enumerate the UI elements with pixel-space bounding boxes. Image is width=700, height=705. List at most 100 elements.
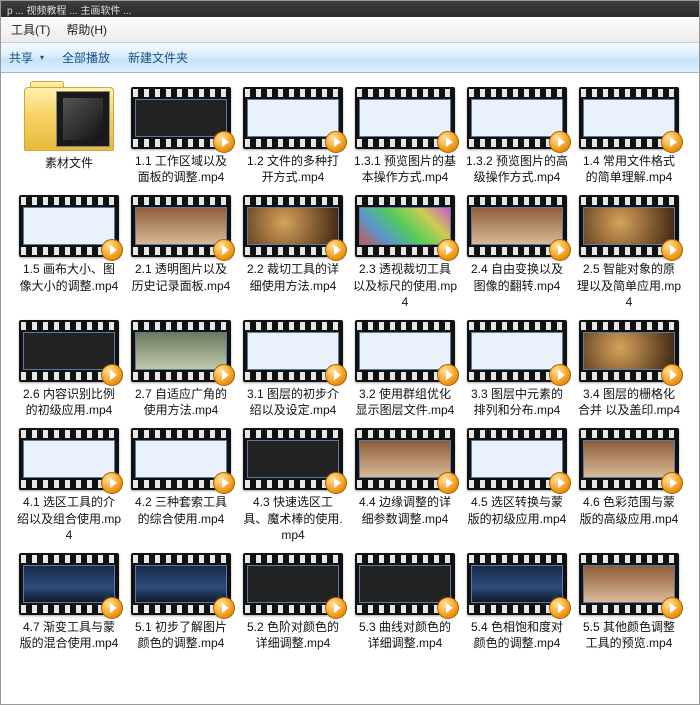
item-label: 1.1 工作区域以及面板的调整.mp4 (129, 153, 233, 185)
item-label: 素材文件 (17, 155, 121, 171)
video-item[interactable]: 1.3.2 预览图片的高级操作方式.mp4 (463, 87, 571, 185)
item-label: 5.2 色阶对颜色的详细调整.mp4 (241, 619, 345, 651)
video-item[interactable]: 4.2 三种套索工具的综合使用.mp4 (127, 428, 235, 543)
video-item[interactable]: 2.7 自适应广角的使用方法.mp4 (127, 320, 235, 418)
play-icon (213, 364, 235, 386)
item-label: 5.4 色相饱和度对颜色的调整.mp4 (465, 619, 569, 651)
video-item[interactable]: 4.3 快速选区工具、魔术棒的使用.mp4 (239, 428, 347, 543)
video-thumbnail (131, 87, 231, 149)
video-item[interactable]: 4.1 选区工具的介绍以及组合使用.mp4 (15, 428, 123, 543)
video-thumbnail (243, 195, 343, 257)
item-label: 4.3 快速选区工具、魔术棒的使用.mp4 (241, 494, 345, 543)
play-icon (213, 597, 235, 619)
menu-tools[interactable]: 工具(T) (11, 21, 50, 38)
play-icon (101, 472, 123, 494)
play-icon (325, 131, 347, 153)
item-label: 2.2 裁切工具的详细使用方法.mp4 (241, 261, 345, 293)
item-label: 1.4 常用文件格式的简单理解.mp4 (577, 153, 681, 185)
video-item[interactable]: 2.5 智能对象的原理以及简单应用.mp4 (575, 195, 683, 310)
item-label: 2.6 内容识别比例的初级应用.mp4 (17, 386, 121, 418)
menu-help[interactable]: 帮助(H) (66, 21, 107, 38)
video-thumbnail (243, 553, 343, 615)
item-label: 4.6 色彩范围与蒙版的高级应用.mp4 (577, 494, 681, 526)
video-thumbnail (579, 553, 679, 615)
item-label: 5.3 曲线对颜色的详细调整.mp4 (353, 619, 457, 651)
video-item[interactable]: 4.7 渐变工具与蒙版的混合使用.mp4 (15, 553, 123, 651)
item-label: 2.1 透明图片以及历史记录面板.mp4 (129, 261, 233, 293)
item-label: 1.5 画布大小、图像大小的调整.mp4 (17, 261, 121, 293)
item-label: 4.7 渐变工具与蒙版的混合使用.mp4 (17, 619, 121, 651)
video-thumbnail (243, 428, 343, 490)
play-icon (437, 597, 459, 619)
play-icon (549, 597, 571, 619)
play-icon (661, 597, 683, 619)
video-thumbnail (355, 320, 455, 382)
play-icon (549, 239, 571, 261)
play-icon (661, 131, 683, 153)
video-item[interactable]: 2.4 自由变换以及图像的翻转.mp4 (463, 195, 571, 310)
video-thumbnail (243, 320, 343, 382)
video-item[interactable]: 5.2 色阶对颜色的详细调整.mp4 (239, 553, 347, 651)
play-icon (437, 239, 459, 261)
play-icon (101, 239, 123, 261)
video-thumbnail (355, 195, 455, 257)
video-thumbnail (579, 320, 679, 382)
item-label: 5.1 初步了解图片颜色的调整.mp4 (129, 619, 233, 651)
video-item[interactable]: 1.5 画布大小、图像大小的调整.mp4 (15, 195, 123, 310)
file-grid: 素材文件 1.1 工作区域以及面板的调整.mp41.2 文件的多种打开方式.mp4… (1, 73, 699, 661)
playall-label: 全部播放 (62, 49, 110, 66)
menubar: 工具(T) 帮助(H) (1, 17, 699, 43)
item-label: 4.5 选区转换与蒙版的初级应用.mp4 (465, 494, 569, 526)
play-icon (437, 472, 459, 494)
video-thumbnail (467, 195, 567, 257)
play-icon (325, 239, 347, 261)
video-thumbnail (355, 553, 455, 615)
play-icon (325, 364, 347, 386)
folder-item[interactable]: 素材文件 (15, 87, 123, 185)
video-item[interactable]: 1.2 文件的多种打开方式.mp4 (239, 87, 347, 185)
video-item[interactable]: 4.5 选区转换与蒙版的初级应用.mp4 (463, 428, 571, 543)
play-icon (101, 364, 123, 386)
video-thumbnail (131, 428, 231, 490)
share-button[interactable]: 共享 (9, 49, 44, 66)
play-icon (437, 131, 459, 153)
video-item[interactable]: 4.4 边缘调整的详细参数调整.mp4 (351, 428, 459, 543)
video-item[interactable]: 2.3 透视裁切工具以及标尺的使用.mp4 (351, 195, 459, 310)
video-thumbnail (579, 195, 679, 257)
video-item[interactable]: 3.4 图层的栅格化合并 以及盖印.mp4 (575, 320, 683, 418)
newfolder-button[interactable]: 新建文件夹 (128, 49, 188, 66)
play-icon (437, 364, 459, 386)
toolbar: 共享 全部播放 新建文件夹 (1, 43, 699, 73)
folder-icon (24, 87, 114, 151)
video-item[interactable]: 2.2 裁切工具的详细使用方法.mp4 (239, 195, 347, 310)
video-item[interactable]: 3.2 使用群组优化显示图层文件.mp4 (351, 320, 459, 418)
video-item[interactable]: 1.4 常用文件格式的简单理解.mp4 (575, 87, 683, 185)
video-item[interactable]: 5.4 色相饱和度对颜色的调整.mp4 (463, 553, 571, 651)
video-item[interactable]: 4.6 色彩范围与蒙版的高级应用.mp4 (575, 428, 683, 543)
window-titlebar: p ... 视频教程 ... 主画软件 ... (1, 1, 699, 17)
item-label: 4.1 选区工具的介绍以及组合使用.mp4 (17, 494, 121, 543)
video-item[interactable]: 5.5 其他颜色调整工具的预览.mp4 (575, 553, 683, 651)
video-thumbnail (19, 320, 119, 382)
video-thumbnail (467, 428, 567, 490)
video-thumbnail (19, 553, 119, 615)
item-label: 2.5 智能对象的原理以及简单应用.mp4 (577, 261, 681, 310)
video-item[interactable]: 2.1 透明图片以及历史记录面板.mp4 (127, 195, 235, 310)
play-icon (549, 472, 571, 494)
play-icon (325, 472, 347, 494)
playall-button[interactable]: 全部播放 (62, 49, 110, 66)
video-item[interactable]: 1.1 工作区域以及面板的调整.mp4 (127, 87, 235, 185)
video-item[interactable]: 3.3 图层中元素的排列和分布.mp4 (463, 320, 571, 418)
video-item[interactable]: 1.3.1 预览图片的基本操作方式.mp4 (351, 87, 459, 185)
item-label: 3.2 使用群组优化显示图层文件.mp4 (353, 386, 457, 418)
play-icon (661, 364, 683, 386)
video-item[interactable]: 3.1 图层的初步介绍以及设定.mp4 (239, 320, 347, 418)
video-item[interactable]: 2.6 内容识别比例的初级应用.mp4 (15, 320, 123, 418)
item-label: 2.4 自由变换以及图像的翻转.mp4 (465, 261, 569, 293)
video-thumbnail (131, 553, 231, 615)
video-item[interactable]: 5.1 初步了解图片颜色的调整.mp4 (127, 553, 235, 651)
video-thumbnail (19, 428, 119, 490)
play-icon (325, 597, 347, 619)
video-item[interactable]: 5.3 曲线对颜色的详细调整.mp4 (351, 553, 459, 651)
video-thumbnail (579, 87, 679, 149)
